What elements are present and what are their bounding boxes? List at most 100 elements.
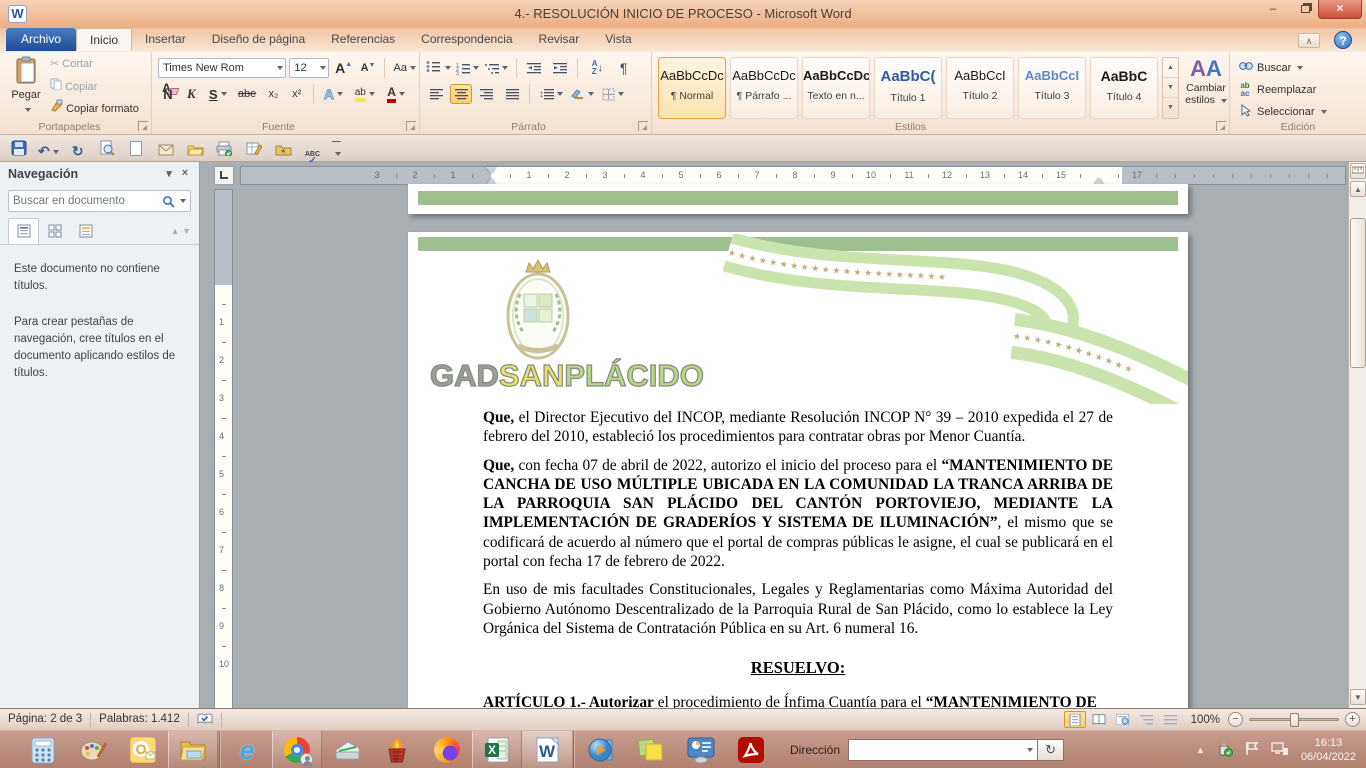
previous-heading-icon[interactable]: ▲	[171, 226, 180, 236]
mail-button[interactable]	[154, 139, 178, 161]
taskbar-outlook[interactable]: O	[118, 731, 168, 768]
highlight-button[interactable]: ab	[350, 84, 380, 104]
taskbar-scanner[interactable]	[322, 731, 372, 768]
qat-more-icon[interactable]	[330, 139, 344, 161]
first-line-indent-marker[interactable]	[486, 167, 496, 174]
underline-button[interactable]: S	[205, 84, 231, 104]
zoom-level[interactable]: 100%	[1183, 714, 1228, 726]
format-painter-button[interactable]: Copiar formato	[50, 99, 139, 115]
web-layout-view-button[interactable]	[1112, 711, 1134, 728]
justify-button[interactable]	[501, 84, 523, 104]
action-center-flag-icon[interactable]	[1245, 741, 1259, 759]
style-texto[interactable]: AaBbCcDcTexto en n...	[802, 57, 870, 119]
next-heading-icon[interactable]: ▼	[182, 226, 191, 236]
taskbar-media-player[interactable]	[576, 731, 626, 768]
numbering-button[interactable]: 123	[454, 58, 480, 78]
styles-scroll-down-icon[interactable]: ▼	[1163, 78, 1178, 98]
close-button[interactable]: ×	[1318, 0, 1362, 19]
text-effects-button[interactable]: A	[320, 84, 346, 104]
show-marks-button[interactable]: ¶	[614, 58, 634, 78]
tab-archivo[interactable]: Archivo	[6, 28, 76, 51]
zoom-out-button[interactable]: −	[1228, 712, 1243, 727]
cut-button[interactable]: ✂ Cortar	[50, 57, 93, 70]
collapse-ribbon-icon[interactable]: ∧	[1298, 33, 1320, 48]
styles-more-icon[interactable]: ▼	[1163, 98, 1178, 118]
usb-device-icon[interactable]	[1217, 741, 1233, 760]
navigation-search-input[interactable]: Buscar en documento	[8, 190, 191, 212]
style-titulo4[interactable]: AaBbCTítulo 4	[1090, 57, 1158, 119]
shading-button[interactable]	[568, 84, 596, 104]
scroll-down-icon[interactable]: ▼	[1350, 689, 1366, 705]
font-color-button[interactable]: A	[383, 84, 409, 104]
help-icon[interactable]: ?	[1334, 31, 1352, 49]
taskbar-paint[interactable]	[68, 731, 118, 768]
taskbar-word[interactable]: W	[522, 731, 572, 768]
tab-inicio[interactable]: Inicio	[76, 28, 132, 51]
taskbar-sticky-notes[interactable]	[626, 731, 676, 768]
quick-print-button[interactable]	[212, 138, 236, 160]
align-left-button[interactable]	[425, 84, 447, 104]
taskbar-excel[interactable]: X	[472, 731, 522, 768]
save-button[interactable]	[7, 137, 31, 159]
italic-button[interactable]: K	[181, 84, 201, 104]
multilevel-list-button[interactable]	[484, 58, 510, 78]
paragraph-dialog-launcher-icon[interactable]	[638, 121, 648, 131]
align-center-button[interactable]	[450, 84, 472, 104]
superscript-button[interactable]: x²	[287, 84, 307, 104]
strikethrough-button[interactable]: abe	[234, 84, 260, 104]
undo-button[interactable]: ↶	[36, 141, 60, 163]
style-normal[interactable]: AaBbCcDc¶ Normal	[658, 57, 726, 119]
tab-selector-button[interactable]	[214, 166, 234, 185]
document-scrollbar[interactable]: ▲ ▼	[1348, 162, 1366, 708]
tab-vista[interactable]: Vista	[592, 28, 644, 51]
borders-button[interactable]	[599, 84, 627, 104]
page-indicator[interactable]: Página: 2 de 3	[0, 709, 90, 730]
sort-button[interactable]: AZ↓	[584, 58, 610, 78]
outline-view-button[interactable]	[1136, 711, 1158, 728]
change-case-button[interactable]: Aa	[392, 58, 418, 78]
tab-referencias[interactable]: Referencias	[318, 28, 408, 51]
tab-diseno[interactable]: Diseño de página	[199, 28, 318, 51]
taskbar-explorer[interactable]	[168, 731, 218, 768]
font-dialog-launcher-icon[interactable]	[406, 121, 416, 131]
word-count[interactable]: Palabras: 1.412	[91, 709, 188, 730]
taskbar-calculator[interactable]	[18, 731, 68, 768]
taskbar-internet-explorer[interactable]: e	[222, 731, 272, 768]
taskbar-chrome[interactable]	[272, 731, 322, 768]
zoom-slider-thumb[interactable]	[1290, 713, 1299, 727]
shrink-font-button[interactable]: A▼	[358, 58, 378, 78]
tab-revisar[interactable]: Revisar	[526, 28, 593, 51]
proofing-status-icon[interactable]	[189, 709, 221, 730]
paste-button[interactable]: Pegar	[5, 56, 47, 128]
search-options-icon[interactable]	[180, 199, 186, 203]
copy-button[interactable]: Copiar	[50, 78, 97, 93]
style-parrafo[interactable]: AaBbCcDc¶ Párrafo ...	[730, 57, 798, 119]
taskbar-clock[interactable]: 16:13 06/04/2022	[1301, 736, 1356, 765]
print-layout-view-button[interactable]	[1064, 711, 1086, 728]
h-ruler[interactable]: 12312345678910111213141517	[240, 166, 1346, 185]
print-preview-button[interactable]	[95, 137, 119, 159]
style-titulo2[interactable]: AaBbCcITítulo 2	[946, 57, 1014, 119]
scroll-up-icon[interactable]: ▲	[1350, 181, 1366, 197]
increase-indent-button[interactable]	[549, 58, 571, 78]
align-right-button[interactable]	[476, 84, 498, 104]
style-titulo1[interactable]: AaBbC(Título 1	[874, 57, 942, 119]
scrollbar-thumb[interactable]	[1350, 218, 1366, 368]
address-input[interactable]	[848, 739, 1038, 761]
grow-font-button[interactable]: A▲	[333, 58, 355, 78]
folder-settings-button[interactable]: ✶	[271, 139, 295, 161]
fullscreen-reading-view-button[interactable]	[1088, 711, 1110, 728]
decrease-indent-button[interactable]	[523, 58, 545, 78]
ruler-toggle-button[interactable]	[1350, 163, 1366, 179]
taskbar-acrobat[interactable]	[726, 731, 776, 768]
styles-scroll-up-icon[interactable]: ▲	[1163, 58, 1178, 78]
navigation-close-icon[interactable]: ×	[177, 167, 193, 179]
nav-tab-headings[interactable]	[8, 218, 39, 244]
navigation-menu-icon[interactable]: ▾	[161, 167, 177, 180]
styles-dialog-launcher-icon[interactable]	[1216, 121, 1226, 131]
v-ruler[interactable]: 12345678910	[214, 189, 233, 708]
redo-button[interactable]: ↻	[66, 141, 90, 163]
zoom-in-button[interactable]: +	[1345, 712, 1360, 727]
document-body-text[interactable]: Que, el Director Ejecutivo del INCOP, me…	[483, 408, 1113, 708]
bullets-button[interactable]	[425, 58, 451, 78]
